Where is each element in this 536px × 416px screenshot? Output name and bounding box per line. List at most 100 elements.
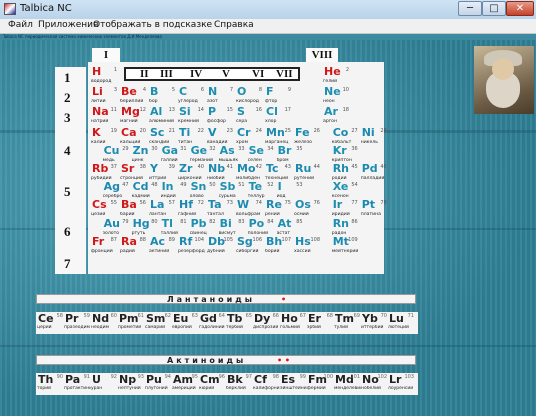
element-cell-cu[interactable]: Cu 29 медь xyxy=(103,146,130,165)
element-cell-sb[interactable]: Sb 51 сурьма xyxy=(219,182,246,201)
element-cell-ru[interactable]: Ru 44 рутений xyxy=(294,164,321,183)
element-cell-sr[interactable]: Sr 38 стронций xyxy=(120,164,147,183)
element-cell-eu[interactable]: Eu 63 европий xyxy=(172,313,199,333)
element-cell-ag[interactable]: Ag 47 серебро xyxy=(103,182,130,201)
element-cell-ca[interactable]: Ca 20 кальций xyxy=(120,128,147,147)
element-cell-rn[interactable]: Rn 86 радон xyxy=(332,219,359,238)
element-cell-si[interactable]: Si 14 кремний xyxy=(178,107,205,126)
element-cell-n[interactable]: N 7 азот xyxy=(207,87,234,106)
element-cell-ti[interactable]: Ti 22 титан xyxy=(178,128,205,147)
element-cell-fr[interactable]: Fr 87 франций xyxy=(91,237,118,256)
element-cell-in[interactable]: In 49 индий xyxy=(161,182,188,201)
element-cell-ra[interactable]: Ra 88 радий xyxy=(120,237,147,256)
element-cell-k[interactable]: K 19 калий xyxy=(91,128,118,147)
element-cell-i[interactable]: I 53 иод xyxy=(277,182,304,201)
element-cell-pa[interactable]: Pa91 протактиний xyxy=(64,374,91,394)
element-cell-as[interactable]: As 33 мышьяк xyxy=(219,146,246,165)
group-header-7[interactable]: VII xyxy=(276,69,293,80)
element-cell-pd[interactable]: Pd 46 палладий xyxy=(361,164,388,183)
element-cell-rf[interactable]: Rf104 резерфордий xyxy=(178,237,205,256)
element-cell-cm[interactable]: Cm 96 кюрий xyxy=(199,374,226,394)
element-cell-bi[interactable]: Bi 83 висмут xyxy=(219,219,246,238)
element-cell-tl[interactable]: Tl 81 таллий xyxy=(161,219,188,238)
element-cell-am[interactable]: Am 95 америций xyxy=(172,374,199,394)
element-cell-bk[interactable]: Bk 97 берклий xyxy=(226,374,253,394)
element-cell-pu[interactable]: Pu 94 плутоний xyxy=(145,374,172,394)
element-cell-u[interactable]: U 92 уран xyxy=(91,374,118,394)
element-cell-se[interactable]: Se 34 селен xyxy=(248,146,275,165)
group-header-3[interactable]: III xyxy=(160,69,173,80)
element-cell-al[interactable]: Al 13 алюминий xyxy=(149,107,176,126)
group-header-6[interactable]: VI xyxy=(252,69,264,80)
element-cell-dy[interactable]: Dy 66 диспрозий xyxy=(253,313,280,333)
element-cell-ac[interactable]: Ac 89 актиний xyxy=(149,237,176,256)
element-cell-la[interactable]: La 57 лантан xyxy=(149,200,176,219)
element-cell-mg[interactable]: Mg 12 магний xyxy=(120,107,147,126)
element-cell-po[interactable]: Po 84 полоний xyxy=(248,219,275,238)
element-cell-hg[interactable]: Hg 80 ртуть xyxy=(132,219,159,238)
element-cell-er[interactable]: Er 68 эрбий xyxy=(307,313,334,333)
element-cell-mo[interactable]: Mo 42 молибден xyxy=(236,164,263,183)
element-cell-xe[interactable]: Xe 54 ксенон xyxy=(332,182,359,201)
element-cell-ba[interactable]: Ba 56 барий xyxy=(120,200,147,219)
element-cell-ge[interactable]: Ge 32 германий xyxy=(190,146,217,165)
element-cell-au[interactable]: Au 79 золото xyxy=(103,219,130,238)
element-cell-v[interactable]: V 23 ванадий xyxy=(207,128,234,147)
element-cell-ce[interactable]: Ce 58 церий xyxy=(37,313,64,333)
element-cell-sm[interactable]: Sm 62 самарий xyxy=(145,313,172,333)
element-cell-tb[interactable]: Tb 65 тербий xyxy=(226,313,253,333)
group-header-8[interactable]: VIII xyxy=(306,48,338,62)
menu-show-in-tooltip[interactable]: Отображать в подсказке xyxy=(93,20,212,30)
maximize-button[interactable]: □ xyxy=(482,1,506,16)
element-cell-bh[interactable]: Bh 107 борий xyxy=(265,237,292,256)
element-cell-sc[interactable]: Sc 21 скандий xyxy=(149,128,176,147)
element-cell-gd[interactable]: Gd 64 гадолиний xyxy=(199,313,226,333)
group-header-5[interactable]: V xyxy=(222,69,230,80)
element-cell-ga[interactable]: Ga 31 галлий xyxy=(161,146,188,165)
element-cell-ta[interactable]: Ta 73 тантал xyxy=(207,200,234,219)
group-header-4[interactable]: IV xyxy=(190,69,202,80)
element-cell-tc[interactable]: Tc 43 технеций xyxy=(265,164,292,183)
element-cell-hf[interactable]: Hf 72 гафний xyxy=(178,200,205,219)
element-cell-li[interactable]: Li 3 литий xyxy=(91,87,118,106)
element-cell-b[interactable]: B 5 бор xyxy=(149,87,176,106)
element-cell-h[interactable]: H 1 водород xyxy=(91,67,118,86)
element-cell-mt[interactable]: Mt 109 мейтнерий xyxy=(332,237,359,256)
element-cell-br[interactable]: Br 35 бром xyxy=(277,146,304,165)
element-cell-kr[interactable]: Kr 36 криптон xyxy=(332,146,359,165)
element-cell-lr[interactable]: Lr 103 лоуренсий xyxy=(388,374,415,394)
element-cell-lu[interactable]: Lu 71 лютеций xyxy=(388,313,415,333)
element-cell-pt[interactable]: Pt 78 платина xyxy=(361,200,388,219)
group-header-2[interactable]: II xyxy=(140,69,149,80)
element-cell-tm[interactable]: Tm 69 тулий xyxy=(334,313,361,333)
element-cell-he[interactable]: He 2 гелий xyxy=(323,67,350,86)
element-cell-mn[interactable]: Mn 25 марганец xyxy=(265,128,292,147)
element-cell-c[interactable]: C 6 углерод xyxy=(178,87,205,106)
element-cell-ho[interactable]: Ho 67 гольмий xyxy=(280,313,307,333)
element-cell-fe[interactable]: Fe 26 железо xyxy=(294,128,321,147)
group-header-1[interactable]: I xyxy=(92,48,120,62)
element-cell-s[interactable]: S 16 сера xyxy=(236,107,263,126)
element-cell-hs[interactable]: Hs 108 хассий xyxy=(294,237,321,256)
element-cell-cd[interactable]: Cd 48 кадмий xyxy=(132,182,159,201)
element-cell-zn[interactable]: Zn 30 цинк xyxy=(132,146,159,165)
element-cell-ar[interactable]: Ar 18 аргон xyxy=(323,107,350,126)
element-cell-ir[interactable]: Ir 77 иридий xyxy=(332,200,359,219)
element-cell-rb[interactable]: Rb 37 рубидий xyxy=(91,164,118,183)
element-cell-ne[interactable]: Ne 10 неон xyxy=(323,87,350,106)
element-cell-np[interactable]: Np 93 нептуний xyxy=(118,374,145,394)
element-cell-zr[interactable]: Zr 40 цирконий xyxy=(178,164,205,183)
element-cell-ni[interactable]: Ni 28 никель xyxy=(361,128,388,147)
element-cell-no[interactable]: No 102 нобелий xyxy=(361,374,388,394)
element-cell-rh[interactable]: Rh 45 родий xyxy=(332,164,359,183)
element-cell-pr[interactable]: Pr 59 празеодим xyxy=(64,313,91,333)
element-cell-fm[interactable]: Fm 100 фермий xyxy=(307,374,334,394)
element-cell-nd[interactable]: Nd 60 неодим xyxy=(91,313,118,333)
menu-file[interactable]: Файл xyxy=(8,20,33,30)
element-cell-w[interactable]: W 74 вольфрам xyxy=(236,200,263,219)
element-cell-na[interactable]: Na 11 натрий xyxy=(91,107,118,126)
element-cell-be[interactable]: Be 4 бериллий xyxy=(120,87,147,106)
menu-applications[interactable]: Приложения xyxy=(38,20,98,30)
element-cell-y[interactable]: Y 39 иттрий xyxy=(149,164,176,183)
element-cell-md[interactable]: Md 101 менделевий xyxy=(334,374,361,394)
